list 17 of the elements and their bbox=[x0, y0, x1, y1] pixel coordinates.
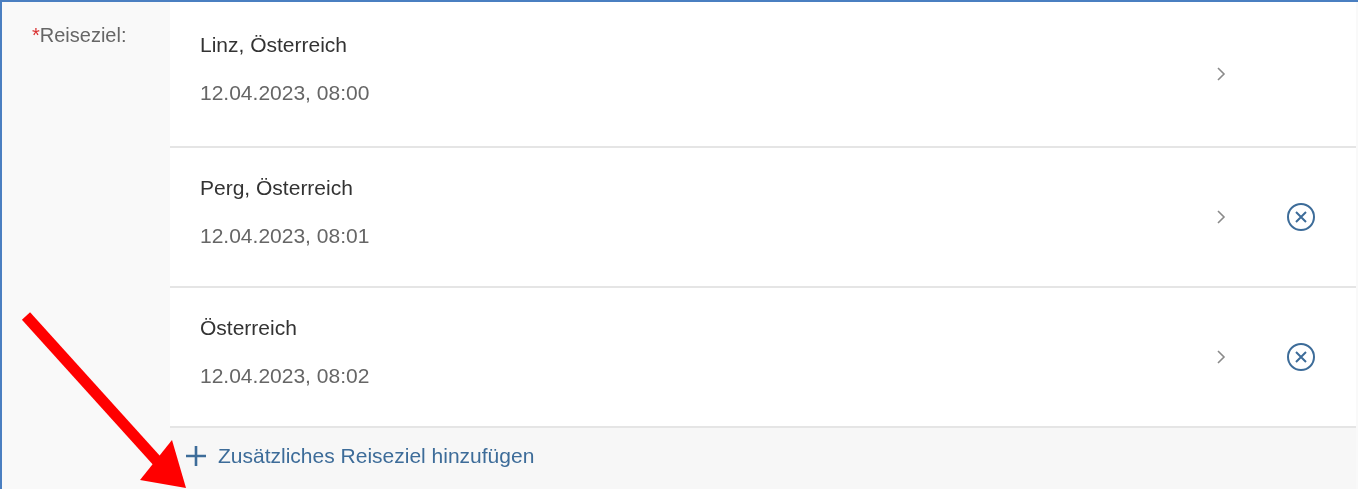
field-label: Reiseziel: bbox=[39, 24, 127, 46]
destination-item[interactable]: Linz, Österreich 12.04.2023, 08:00 bbox=[170, 2, 1356, 148]
chevron-icon[interactable] bbox=[1216, 66, 1226, 82]
date-time: 12.04.2023, 08:02 bbox=[200, 364, 371, 388]
required-mark: * bbox=[32, 24, 40, 46]
plus-icon bbox=[184, 444, 208, 468]
remove-icon[interactable] bbox=[1286, 342, 1316, 372]
place-name: Österreich bbox=[200, 316, 298, 340]
place-name: Linz, Österreich bbox=[200, 33, 349, 57]
destination-item[interactable]: Perg, Österreich 12.04.2023, 08:01 bbox=[170, 148, 1356, 288]
date-time: 12.04.2023, 08:00 bbox=[200, 81, 371, 105]
remove-icon[interactable] bbox=[1286, 202, 1316, 232]
place-name: Perg, Österreich bbox=[200, 176, 354, 200]
chevron-icon[interactable] bbox=[1216, 349, 1226, 365]
chevron-icon[interactable] bbox=[1216, 209, 1226, 225]
date-time: 12.04.2023, 08:01 bbox=[200, 224, 371, 248]
add-destination-link[interactable]: Zusätzliches Reiseziel hinzufügen bbox=[184, 444, 535, 468]
